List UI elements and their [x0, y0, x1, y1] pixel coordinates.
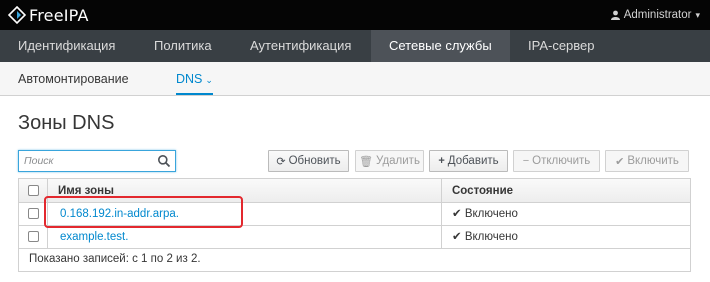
column-header-status[interactable]: Состояние — [441, 179, 690, 203]
chevron-down-icon: ⌄ — [205, 75, 213, 85]
refresh-icon: ⟳ — [276, 155, 286, 168]
brand-logo[interactable]: FreeIPA — [8, 4, 89, 26]
check-icon: ✔ — [615, 155, 625, 168]
delete-button[interactable]: 🗑 Удалить — [355, 150, 424, 172]
refresh-label: Обновить — [288, 155, 341, 167]
row-select-cell — [19, 226, 47, 248]
nav-policy[interactable]: Политика — [136, 30, 230, 62]
page-title: Зоны DNS — [18, 112, 115, 134]
add-label: Добавить — [447, 155, 499, 167]
search-input[interactable] — [19, 151, 151, 171]
zone-link[interactable]: example.test. — [60, 231, 128, 243]
highlight-annotation — [44, 196, 243, 228]
status-text: Включено — [464, 208, 518, 220]
search-icon[interactable] — [157, 154, 171, 168]
subnav-dns-label: DNS — [176, 72, 203, 86]
disable-button[interactable]: − Отключить — [513, 150, 600, 172]
disable-label: Отключить — [532, 155, 591, 167]
nav-network-services[interactable]: Сетевые службы — [371, 30, 510, 62]
nav-ipa-server[interactable]: IPA-сервер — [510, 30, 613, 62]
subnav-dns[interactable]: DNS ⌄ — [176, 62, 213, 95]
select-all-checkbox[interactable] — [28, 185, 39, 196]
table-row: example.test. ✔ Включено — [19, 226, 690, 249]
table-footer: Показано записей: с 1 по 2 из 2. — [29, 253, 201, 265]
chevron-down-icon: ▾ — [695, 9, 700, 20]
trash-icon: 🗑 — [359, 155, 374, 168]
add-button[interactable]: + Добавить — [429, 150, 508, 172]
enable-label: Включить — [627, 155, 679, 167]
freeipa-logo-icon — [8, 6, 26, 24]
secondary-nav: Автомонтирование DNS ⌄ — [0, 62, 710, 96]
status-cell: ✔ Включено — [441, 226, 690, 248]
zone-name-cell: example.test. — [47, 226, 441, 248]
minus-icon: − — [522, 155, 530, 167]
user-menu[interactable]: Administrator ▾ — [610, 0, 700, 30]
row-checkbox[interactable] — [28, 231, 39, 242]
header-select-cell — [19, 179, 47, 203]
row-select-cell — [19, 203, 47, 225]
nav-identity[interactable]: Идентификация — [0, 30, 133, 62]
refresh-button[interactable]: ⟳ Обновить — [268, 150, 349, 172]
brand-name: FreeIPA — [29, 5, 89, 25]
search-box — [18, 150, 176, 172]
subnav-automount[interactable]: Автомонтирование — [18, 62, 129, 96]
user-icon — [610, 10, 620, 20]
enable-button[interactable]: ✔ Включить — [605, 150, 689, 172]
primary-nav: Идентификация Политика Аутентификация Се… — [0, 30, 710, 62]
plus-icon: + — [438, 155, 445, 167]
masthead: FreeIPA Administrator ▾ — [0, 0, 710, 30]
delete-label: Удалить — [376, 155, 420, 167]
status-cell: ✔ Включено — [441, 203, 690, 225]
status-text: Включено — [464, 231, 518, 243]
check-icon: ✔ — [452, 231, 462, 243]
row-checkbox[interactable] — [28, 208, 39, 219]
user-name: Administrator — [623, 9, 692, 21]
check-icon: ✔ — [452, 208, 462, 220]
nav-authentication[interactable]: Аутентификация — [232, 30, 369, 62]
